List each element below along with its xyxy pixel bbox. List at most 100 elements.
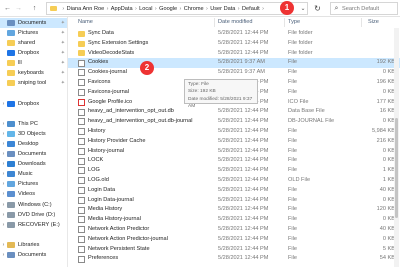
scrollbar-thumb[interactable] <box>395 118 398 218</box>
column-divider[interactable] <box>284 18 285 27</box>
chevron-right-icon[interactable]: › <box>180 6 182 12</box>
file-row[interactable]: heavy_ad_intervention_opt_out.db-journal… <box>68 117 400 127</box>
column-divider[interactable] <box>361 18 362 27</box>
expand-chevron-icon[interactable]: › <box>0 202 7 208</box>
expand-chevron-icon[interactable]: › <box>0 242 7 248</box>
column-header-type[interactable]: Type <box>288 17 300 28</box>
sidebar-item[interactable]: › Documents <box>0 250 67 260</box>
file-row[interactable]: History Provider Cache 5/28/2021 12:44 PM… <box>68 137 400 147</box>
chevron-right-icon[interactable]: › <box>238 6 240 12</box>
breadcrumb-item[interactable]: Diana Ann Roe <box>67 6 105 12</box>
sidebar-item[interactable]: › 3D Objects <box>0 129 67 139</box>
column-header-name[interactable]: Name <box>78 17 93 28</box>
column-header-date[interactable]: Date modified <box>218 17 253 28</box>
file-name: Favicons <box>88 79 111 85</box>
sidebar-item[interactable]: › Libraries <box>0 240 67 250</box>
breadcrumb-item[interactable]: Default <box>242 6 260 12</box>
expand-chevron-icon[interactable]: › <box>0 151 7 157</box>
file-icon <box>78 255 85 263</box>
breadcrumb-item[interactable]: Chrome <box>184 6 204 12</box>
chevron-right-icon[interactable]: › <box>135 6 137 12</box>
sidebar-item[interactable]: › Dropbox <box>0 99 67 109</box>
sidebar-item[interactable]: › RECOVERY (E:) <box>0 220 67 230</box>
file-row[interactable]: Network Action Predictor-journal 5/28/202… <box>68 235 400 245</box>
file-date: 5/28/2021 12:44 PM <box>218 128 269 134</box>
sidebar-item[interactable]: Documents ✦ <box>0 18 67 28</box>
column-header-size[interactable]: Size <box>368 17 379 28</box>
sidebar-item[interactable]: › Documents <box>0 149 67 159</box>
breadcrumb-item[interactable]: Local <box>139 6 152 12</box>
column-divider[interactable] <box>214 18 215 27</box>
sidebar-item[interactable]: › DVD Drive (D:) <box>0 210 67 220</box>
sidebar-item-label: Dropbox <box>18 50 40 57</box>
file-name-cell: History <box>78 127 204 137</box>
file-icon <box>78 187 85 195</box>
sidebar-item[interactable]: › Videos <box>0 190 67 200</box>
expand-chevron-icon[interactable]: › <box>0 101 7 107</box>
expand-chevron-icon[interactable]: › <box>0 121 7 127</box>
expand-chevron-icon[interactable]: › <box>0 252 7 258</box>
sidebar-item[interactable]: › Downloads <box>0 159 67 169</box>
expand-chevron-icon[interactable]: › <box>0 222 7 228</box>
expand-chevron-icon[interactable]: › <box>0 141 7 147</box>
file-row[interactable]: Cookies-journal 5/28/2021 9:37 AM File 0 KB <box>68 68 400 78</box>
file-row[interactable]: Sync Extension Settings 5/28/2021 12:44 P… <box>68 39 400 49</box>
expand-chevron-icon[interactable]: › <box>0 131 7 137</box>
search-box[interactable]: ⌕ Search Default <box>330 2 398 15</box>
file-row[interactable]: LOG.old 5/28/2021 12:44 PM OLD File 1 KB <box>68 176 400 186</box>
address-dropdown-button[interactable]: ⌄ <box>299 2 308 15</box>
file-row[interactable]: History-journal 5/28/2021 12:44 PM File 0 K… <box>68 147 400 157</box>
expand-chevron-icon[interactable]: › <box>0 212 7 218</box>
sidebar-item[interactable]: › Music <box>0 170 67 180</box>
file-row[interactable]: Login Data-journal 5/28/2021 12:44 PM File… <box>68 196 400 206</box>
sidebar-item[interactable]: Pictures ✦ <box>0 28 67 38</box>
expand-chevron-icon[interactable]: › <box>0 161 7 167</box>
file-size: 216 KB <box>376 137 395 144</box>
file-name: Preferences <box>88 255 119 262</box>
file-type: File <box>288 255 298 262</box>
back-arrow-icon[interactable]: ← <box>3 4 12 13</box>
expand-chevron-icon[interactable]: › <box>0 191 7 197</box>
sidebar-item[interactable]: › Pictures <box>0 180 67 190</box>
refresh-icon[interactable]: ↻ <box>311 2 324 15</box>
breadcrumb-item[interactable]: AppData <box>111 6 133 12</box>
breadcrumb-item[interactable]: Google <box>159 6 177 12</box>
file-type: File <box>288 157 298 164</box>
chevron-right-icon[interactable]: › <box>262 6 264 12</box>
sidebar-item[interactable]: Dropbox ✦ <box>0 48 67 58</box>
forward-arrow-icon[interactable]: → <box>14 4 23 13</box>
documents-icon <box>7 19 15 26</box>
file-row[interactable]: Media History 5/28/2021 12:44 PM File 120 K… <box>68 205 400 215</box>
sidebar-item[interactable]: sniping tool ✦ <box>0 79 67 89</box>
chevron-right-icon[interactable]: › <box>155 6 157 12</box>
file-row[interactable]: History 5/28/2021 12:44 PM File 5,984 KB <box>68 127 400 137</box>
chevron-right-icon[interactable]: › <box>206 6 208 12</box>
videos-icon <box>7 191 15 198</box>
sidebar-item[interactable]: keyboards ✦ <box>0 69 67 79</box>
file-row[interactable]: VideoDecodeStats 5/28/2021 12:44 PM File f… <box>68 49 400 59</box>
up-arrow-icon[interactable]: ↑ <box>30 4 39 13</box>
file-row[interactable]: Network Action Predictor 5/28/2021 12:44 … <box>68 225 400 235</box>
file-name: Login Data-journal <box>88 196 134 203</box>
address-bar[interactable]: › Diana Ann Roe › AppData › Local › Google › Chr… <box>46 2 308 15</box>
file-row[interactable]: Cookies 5/28/2021 9:37 AM File 192 KB <box>68 58 400 68</box>
file-row[interactable]: Network Persistent State 5/28/2021 12:44 … <box>68 245 400 255</box>
chevron-right-icon[interactable]: › <box>107 6 109 12</box>
file-row[interactable]: LOCK 5/28/2021 12:44 PM File 0 KB <box>68 156 400 166</box>
file-row[interactable]: Media History-journal 5/28/2021 12:44 PM F… <box>68 215 400 225</box>
sidebar-item[interactable]: shared ✦ <box>0 38 67 48</box>
breadcrumb-item[interactable]: User Data <box>210 6 235 12</box>
file-row[interactable]: Login Data 5/28/2021 12:44 PM File 40 KB <box>68 186 400 196</box>
file-icon <box>78 206 85 214</box>
expand-chevron-icon[interactable]: › <box>0 171 7 177</box>
sidebar-item[interactable]: lll ✦ <box>0 58 67 68</box>
sidebar-item[interactable]: › This PC <box>0 119 67 129</box>
file-row[interactable]: Preferences 5/28/2021 12:44 PM File 54 KB <box>68 254 400 264</box>
file-row[interactable]: Sync Data 5/28/2021 12:44 PM File folder <box>68 29 400 39</box>
file-row[interactable]: LOG 5/28/2021 12:44 PM File 1 KB <box>68 166 400 176</box>
sidebar-item[interactable]: › Windows (C:) <box>0 200 67 210</box>
sidebar-item <box>0 89 67 99</box>
sidebar-item[interactable]: › Desktop <box>0 139 67 149</box>
expand-chevron-icon[interactable]: › <box>0 181 7 187</box>
file-type: File <box>288 206 298 213</box>
